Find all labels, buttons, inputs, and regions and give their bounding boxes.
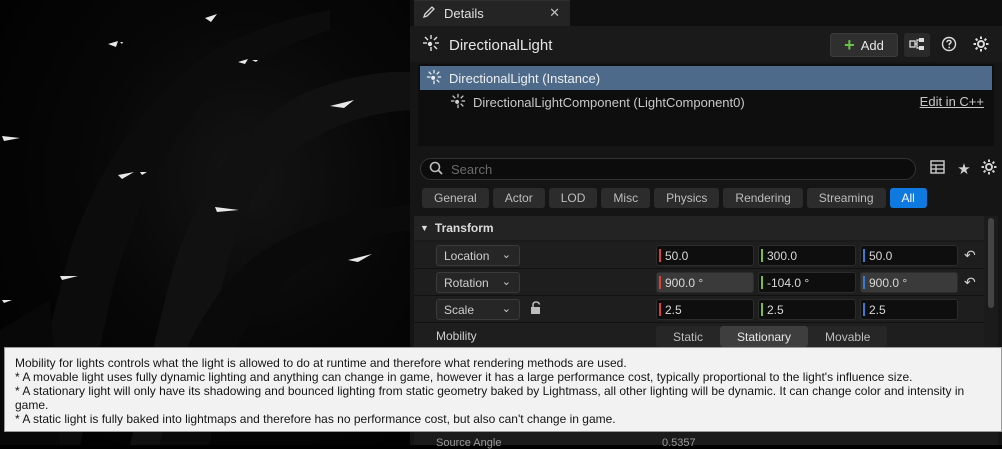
rotation-mode-dropdown[interactable]: Rotation ⌄ (436, 272, 520, 293)
light-icon (422, 34, 440, 56)
table-view-icon (929, 160, 945, 178)
settings-icon (973, 36, 989, 55)
help-icon (941, 36, 957, 55)
rotation-label: Rotation (444, 275, 489, 290)
add-component-button[interactable]: + Add (830, 33, 898, 57)
mobility-tooltip: Mobility for lights controls what the li… (4, 347, 1002, 432)
mobility-static-option[interactable]: Static (656, 326, 720, 347)
location-label: Location (444, 248, 490, 263)
actor-header: DirectionalLight + Add (410, 26, 1002, 62)
transform-section-title: Transform (434, 221, 494, 235)
actor-name: DirectionalLight (449, 36, 553, 54)
search-bar (420, 158, 916, 180)
table-view-button[interactable] (926, 158, 948, 180)
rotation-z-field[interactable]: 900.0 ° (860, 272, 958, 293)
tab-details[interactable]: Details ✕ (414, 0, 570, 26)
search-input[interactable] (451, 161, 891, 177)
details-pencil-icon (422, 5, 436, 22)
star-icon: ★ (957, 161, 971, 178)
help-button[interactable] (936, 33, 962, 57)
blueprint-button[interactable] (904, 33, 930, 57)
mobility-stationary-option[interactable]: Stationary (720, 326, 809, 347)
scale-z-field[interactable]: 2.5 (860, 299, 958, 320)
source-angle-label: Source Angle (436, 437, 502, 449)
filter-physics[interactable]: Physics (654, 188, 720, 208)
property-settings-button[interactable] (978, 158, 1000, 180)
rotation-x-field[interactable]: 900.0 ° (656, 272, 754, 293)
mobility-row: Mobility Static Stationary Movable (414, 323, 984, 350)
filter-all[interactable]: All (889, 188, 927, 208)
tree-item-instance[interactable]: DirectionalLight (Instance) (420, 66, 992, 90)
tooltip-line-4: * A static light is fully baked into lig… (15, 412, 616, 426)
mobility-movable-option[interactable]: Movable (808, 326, 887, 347)
location-row: Location ⌄ 50.0 300.0 50.0 ↶ (414, 242, 984, 269)
filter-lod[interactable]: LOD (548, 188, 598, 208)
filter-general[interactable]: General (422, 188, 489, 208)
scale-mode-dropdown[interactable]: Scale ⌄ (436, 299, 520, 320)
property-scrollbar[interactable] (988, 218, 994, 308)
filter-actor[interactable]: Actor (492, 188, 545, 208)
tree-item-instance-label: DirectionalLight (Instance) (449, 70, 601, 86)
tree-item-component-label: DirectionalLightComponent (LightComponen… (473, 94, 745, 110)
mobility-label: Mobility (436, 329, 477, 343)
blueprint-icon (909, 37, 925, 54)
transform-section-header[interactable]: ▼ Transform (414, 216, 984, 240)
chevron-down-icon: ⌄ (501, 303, 511, 315)
component-tree: DirectionalLight (Instance) DirectionalL… (418, 64, 994, 146)
filter-streaming[interactable]: Streaming (806, 188, 886, 208)
reset-icon[interactable]: ↶ (964, 274, 976, 291)
tree-item-component[interactable]: DirectionalLightComponent (LightComponen… (420, 90, 992, 114)
chevron-down-icon: ⌄ (501, 276, 511, 288)
filter-misc[interactable]: Misc (601, 188, 651, 208)
rotation-row: Rotation ⌄ 900.0 ° -104.0 ° 900.0 ° ↶ (414, 269, 984, 296)
chevron-down-icon: ⌄ (501, 249, 511, 261)
settings-button[interactable] (968, 33, 994, 57)
search-icon (429, 161, 443, 178)
source-angle-value[interactable]: 0.5357 (662, 437, 696, 449)
tab-details-label: Details (444, 6, 484, 21)
reset-icon[interactable]: ↶ (964, 247, 976, 264)
tooltip-line-3: * A stationary light will only have its … (15, 384, 965, 412)
location-z-field[interactable]: 50.0 (860, 245, 958, 266)
location-mode-dropdown[interactable]: Location ⌄ (436, 245, 520, 266)
lock-icon[interactable] (530, 301, 543, 318)
mobility-segmented-control: Static Stationary Movable (656, 326, 888, 347)
scale-row: Scale ⌄ 2.5 2.5 2.5 (414, 296, 984, 323)
tooltip-line-1: Mobility for lights controls what the li… (15, 356, 627, 370)
location-y-field[interactable]: 300.0 (758, 245, 856, 266)
plus-icon: + (844, 35, 855, 55)
panel-tab-bar: Details ✕ (410, 0, 1002, 26)
tooltip-line-2: * A movable light uses fully dynamic lig… (15, 370, 913, 384)
add-button-label: Add (860, 37, 884, 53)
favorites-button[interactable]: ★ (953, 158, 975, 180)
location-x-field[interactable]: 50.0 (656, 245, 754, 266)
scale-x-field[interactable]: 2.5 (656, 299, 754, 320)
scale-label: Scale (444, 302, 475, 317)
light-icon (426, 69, 442, 88)
settings-icon (981, 159, 997, 179)
category-filters: General Actor LOD Misc Physics Rendering… (422, 188, 927, 208)
rotation-y-field[interactable]: -104.0 ° (758, 272, 856, 293)
light-icon (450, 93, 466, 112)
actor-title: DirectionalLight (422, 34, 552, 56)
filter-rendering[interactable]: Rendering (723, 188, 803, 208)
chevron-down-icon: ▼ (420, 223, 429, 233)
edit-in-cpp-link[interactable]: Edit in C++ (920, 94, 984, 109)
close-icon[interactable]: ✕ (549, 5, 560, 21)
scale-y-field[interactable]: 2.5 (758, 299, 856, 320)
